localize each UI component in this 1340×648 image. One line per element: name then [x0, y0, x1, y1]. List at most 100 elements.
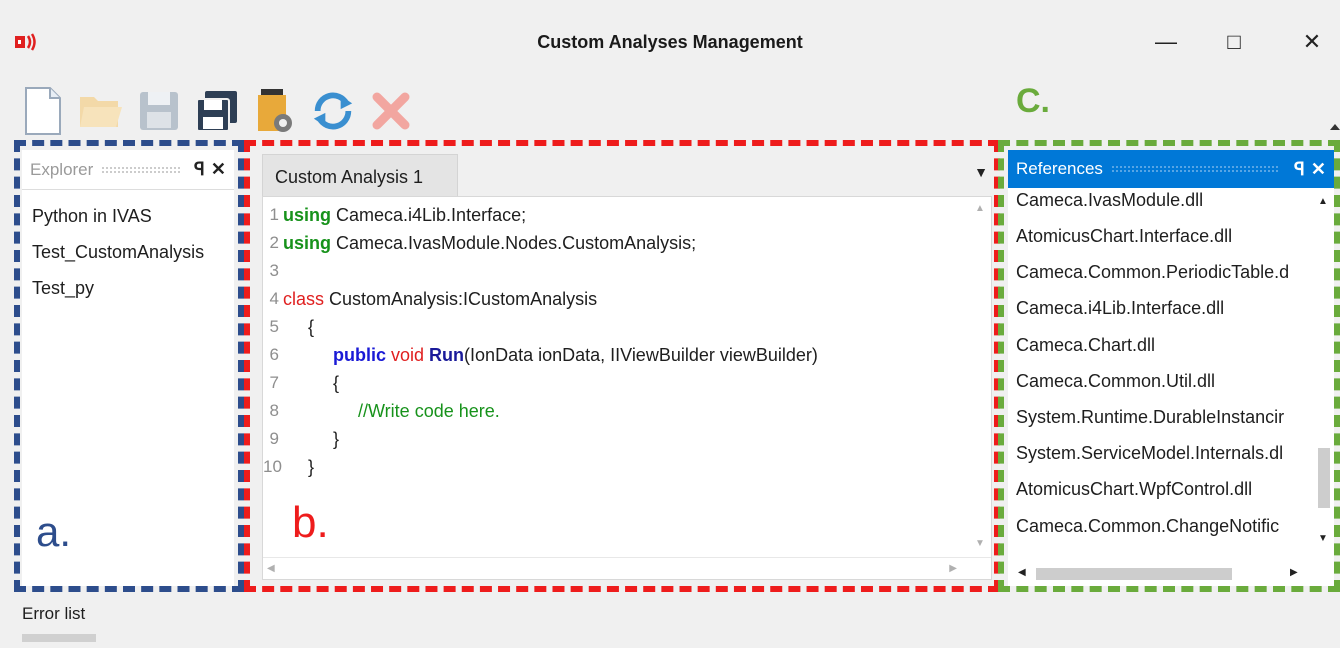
code-line-10: } [283, 457, 315, 477]
scroll-up-icon[interactable]: ▲ [1318, 196, 1328, 207]
keyword: void [386, 345, 430, 365]
build-settings-button[interactable] [252, 85, 298, 137]
tab-dropdown-icon[interactable]: ▼ [974, 164, 988, 180]
references-list: Cameca.IvasModule.dll AtomicusChart.Inte… [1008, 188, 1308, 550]
reference-item[interactable]: Cameca.Common.ChangeNotific [1016, 508, 1300, 544]
open-folder-icon [80, 97, 122, 127]
reference-item[interactable]: System.Runtime.DurableInstancir [1016, 399, 1300, 435]
delete-icon [372, 92, 410, 130]
line-number: 10 [263, 457, 282, 476]
delete-button[interactable] [368, 85, 414, 137]
code-comment: //Write code here. [358, 401, 500, 421]
scroll-thumb[interactable] [1318, 448, 1330, 508]
code-text: Cameca.IvasModule.Nodes.CustomAnalysis; [331, 233, 697, 253]
code-editor[interactable]: 1 2 3 4 5 6 7 8 9 10 using Cameca.i4Lib.… [262, 196, 992, 580]
keyword: using [283, 233, 331, 253]
annotation-label-c: C. [1016, 82, 1050, 120]
scroll-left-icon[interactable]: ◀ [1018, 567, 1026, 578]
references-drag-grip[interactable] [1110, 165, 1281, 173]
references-horizontal-scrollbar[interactable]: ◀ ▶ [1008, 560, 1312, 586]
scroll-right-icon[interactable]: ▶ [1290, 567, 1298, 578]
new-file-icon [25, 87, 61, 135]
editor-vertical-scrollbar[interactable]: ▲ ▼ [973, 201, 987, 551]
line-number: 1 [269, 205, 279, 224]
maximize-button[interactable]: □ [1212, 22, 1256, 62]
code-text: Cameca.i4Lib.Interface; [331, 205, 527, 225]
line-number-gutter: 1 2 3 4 5 6 7 8 9 10 [263, 201, 282, 481]
reference-item[interactable]: AtomicusChart.Interface.dll [1016, 218, 1300, 254]
keyword: class [283, 289, 325, 309]
references-close-icon[interactable]: ✕ [1311, 159, 1326, 180]
reference-item[interactable]: Cameca.Common.PeriodicTable.d [1016, 254, 1300, 290]
code-line-1: using Cameca.i4Lib.Interface; [283, 201, 967, 229]
pin-icon[interactable]: ꟼ [194, 159, 205, 180]
explorer-item[interactable]: Test_py [32, 270, 224, 306]
explorer-close-icon[interactable]: ✕ [211, 159, 226, 180]
keyword: public [333, 345, 387, 365]
refresh-button[interactable] [310, 85, 356, 137]
line-number: 3 [269, 261, 279, 280]
reference-item[interactable]: System.ServiceModel.Internals.dl [1016, 435, 1300, 471]
save-icon [140, 92, 178, 130]
code-area[interactable]: using Cameca.i4Lib.Interface; using Came… [283, 201, 967, 481]
save-all-button[interactable] [194, 85, 240, 137]
explorer-item[interactable]: Test_CustomAnalysis [32, 234, 224, 270]
refresh-icon [313, 92, 353, 130]
toolbar-overflow-icon[interactable] [1330, 124, 1340, 130]
explorer-item[interactable]: Python in IVAS [32, 198, 224, 234]
code-line-4: class CustomAnalysis:ICustomAnalysis [283, 285, 967, 313]
save-button[interactable] [136, 85, 182, 137]
code-line-7: { [283, 373, 340, 393]
code-line-6: public void Run(IonData ionData, IIViewB… [283, 341, 967, 369]
reference-item[interactable]: Cameca.IvasModule.dll [1016, 188, 1300, 212]
error-list-bar [22, 634, 96, 642]
explorer-title: Explorer [30, 159, 94, 179]
open-folder-button[interactable] [78, 85, 124, 137]
scroll-right-icon[interactable]: ▶ [949, 563, 957, 574]
toolbar [20, 82, 414, 140]
method-name: Run [429, 345, 465, 365]
code-text: (IonData ionData, IIViewBuilder viewBuil… [464, 345, 818, 365]
reference-item[interactable]: Cameca.Chart.dll [1016, 327, 1300, 363]
pin-icon[interactable]: ꟼ [1294, 159, 1305, 180]
scroll-down-icon[interactable]: ▼ [975, 538, 985, 549]
references-header: References ꟼ ✕ [1008, 150, 1334, 188]
window-title: Custom Analyses Management [537, 32, 803, 52]
reference-item[interactable]: Cameca.i4Lib.Interface.dll [1016, 290, 1300, 326]
error-list-tab[interactable]: Error list [22, 604, 85, 624]
editor-horizontal-scrollbar[interactable]: ◀ ▶ [263, 557, 991, 579]
line-number: 4 [269, 289, 279, 308]
tab-custom-analysis-1[interactable]: Custom Analysis 1 [262, 154, 458, 196]
title-bar: Custom Analyses Management — □ ✕ [0, 0, 1340, 86]
scroll-down-icon[interactable]: ▼ [1318, 533, 1328, 544]
save-all-icon [196, 91, 237, 132]
explorer-drag-grip[interactable] [101, 165, 181, 174]
new-file-button[interactable] [20, 85, 66, 137]
code-line-9: } [283, 429, 340, 449]
close-window-button[interactable]: ✕ [1290, 22, 1334, 62]
references-vertical-scrollbar[interactable]: ▲ ▼ [1312, 188, 1334, 558]
scroll-thumb[interactable] [1036, 568, 1232, 580]
line-number: 2 [269, 233, 279, 252]
reference-item[interactable]: AtomicusChart.WpfControl.dll [1016, 471, 1300, 507]
code-line-2: using Cameca.IvasModule.Nodes.CustomAnal… [283, 229, 967, 257]
explorer-list: Python in IVAS Test_CustomAnalysis Test_… [22, 190, 234, 314]
build-settings-icon [258, 89, 292, 132]
code-text: CustomAnalysis:ICustomAnalysis [324, 289, 598, 309]
explorer-header: Explorer ꟼ ✕ [22, 150, 234, 190]
line-number: 8 [269, 401, 279, 420]
line-number: 6 [269, 345, 279, 364]
code-line-8: //Write code here. [283, 397, 967, 425]
line-number: 7 [269, 373, 279, 392]
scroll-up-icon[interactable]: ▲ [975, 203, 985, 214]
references-title: References [1016, 159, 1103, 178]
code-line-5: { [283, 317, 315, 337]
minimize-button[interactable]: — [1144, 22, 1188, 62]
scroll-left-icon[interactable]: ◀ [267, 563, 275, 574]
references-panel: References ꟼ ✕ Cameca.IvasModule.dll Ato… [1008, 150, 1334, 586]
annotation-label-b: b. [292, 498, 329, 547]
reference-item[interactable]: Cameca.Common.Util.dll [1016, 363, 1300, 399]
